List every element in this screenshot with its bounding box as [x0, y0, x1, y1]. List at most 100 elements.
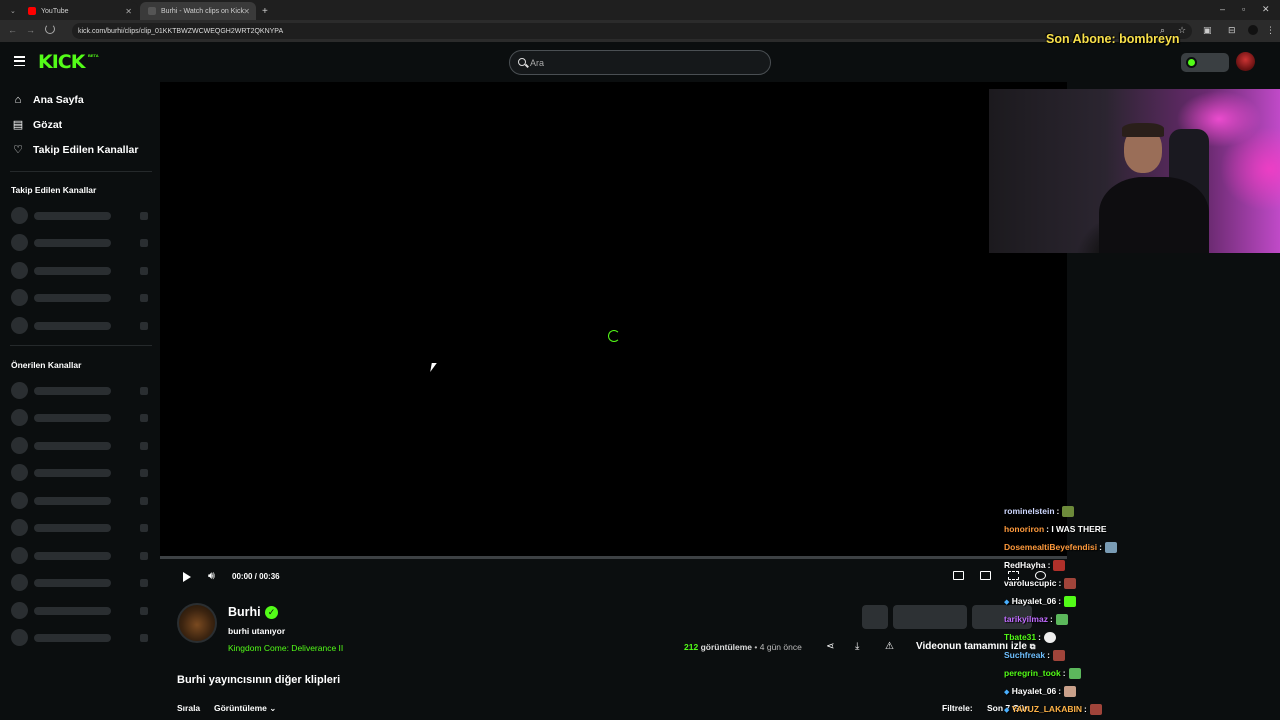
kick-favicon-icon [148, 7, 156, 15]
reload-icon[interactable] [45, 24, 55, 34]
chat-username: RedHayha [1004, 560, 1046, 570]
chat-text: : [1047, 650, 1050, 660]
search-placeholder: Ara [530, 57, 545, 68]
chat-message: tarikyilmaz: [1004, 614, 1068, 626]
badge-icon: ◆ [1004, 599, 1010, 606]
chat-text: : [1038, 632, 1041, 642]
chat-username: Hayalet_06 [1011, 596, 1057, 606]
chat-username: tarikyilmaz [1004, 614, 1048, 624]
sort-dropdown[interactable]: Görüntüleme ⌄ [214, 703, 276, 714]
channel-avatar[interactable] [177, 603, 217, 643]
emote-icon [1043, 632, 1056, 644]
close-icon[interactable]: ✕ [243, 7, 250, 16]
sidebar: ⌂ Ana Sayfa ▤ Gözat ♡ Takip Edilen Kanal… [0, 82, 160, 720]
sidebar-item-browse[interactable]: ▤ Gözat [12, 119, 62, 131]
chat-username: DosemealtiBeyefendisi [1004, 542, 1098, 552]
recommended-channels-heading: Önerilen Kanallar [11, 360, 82, 370]
emote-icon [1068, 668, 1081, 680]
url-text: kick.com/burhi/clips/clip_01KKTBWZWCWEQG… [78, 27, 284, 35]
channel-skeleton [11, 234, 151, 251]
channel-skeleton [11, 492, 151, 509]
emote-icon [1104, 542, 1117, 554]
channel-skeleton [11, 602, 151, 619]
channel-name[interactable]: Burhi [228, 605, 261, 619]
theater-mode-icon[interactable] [980, 571, 991, 580]
channel-skeleton [11, 317, 151, 334]
views-count: 212 [684, 642, 699, 652]
channel-skeleton [11, 629, 151, 646]
minimize-icon[interactable]: – [1220, 4, 1225, 14]
category-link[interactable]: Kingdom Come: Deliverance II [228, 643, 343, 653]
playback-time: 00:00 / 00:36 [232, 572, 280, 581]
follow-button-skeleton [862, 605, 888, 629]
download-icon[interactable]: ⤓ [855, 641, 859, 652]
streamer-webcam [989, 89, 1280, 253]
sidebar-item-following[interactable]: ♡ Takip Edilen Kanallar [12, 144, 138, 156]
channel-skeleton [11, 409, 151, 426]
sidebar-item-label: Gözat [33, 119, 63, 131]
sidebar-item-home[interactable]: ⌂ Ana Sayfa [12, 94, 84, 106]
chat-username: rominelstein [1004, 506, 1055, 516]
volume-icon[interactable]: 🔊︎ [208, 570, 215, 583]
tab-label: Burhi - Watch clips on Kick [161, 7, 244, 15]
filter-label: Filtrele: [942, 703, 973, 713]
more-clips-heading: Burhi yayıncısının diğer klipleri [177, 674, 341, 686]
browse-icon: ▤ [12, 119, 24, 131]
sidebar-item-label: Takip Edilen Kanallar [33, 144, 139, 156]
channel-skeleton [11, 289, 151, 306]
chat-text: : [1047, 560, 1051, 570]
player-controls: 🔊︎ 00:00 / 00:36 [160, 559, 1067, 592]
chevron-down-icon: ⌄ [269, 703, 277, 713]
emote-icon [1064, 686, 1077, 698]
channel-skeleton [11, 207, 151, 224]
chat-message: honoriron: I WAS THERE [1004, 524, 1107, 534]
tab-search-icon[interactable]: ⊟ [1228, 25, 1236, 36]
badge-icon: ◆ [1004, 689, 1010, 696]
chat-text: : [1083, 704, 1087, 714]
emote-icon [1089, 704, 1102, 716]
channel-skeleton [11, 262, 151, 279]
sidebar-item-label: Ana Sayfa [33, 94, 84, 106]
chat-username: Hayalet_06 [1011, 686, 1057, 696]
emote-icon [1055, 614, 1068, 626]
emote-icon [1064, 578, 1077, 590]
chat-message: ◆ Hayalet_06: [1004, 596, 1077, 608]
channel-skeleton [11, 547, 151, 564]
kick-logo[interactable]: KICK [38, 51, 85, 73]
back-icon[interactable]: ← [8, 25, 17, 35]
user-avatar[interactable] [1236, 52, 1255, 71]
tab-youtube[interactable]: YouTube ✕ [20, 2, 138, 20]
clip-stats: 212 görüntüleme • 4 gün önce [684, 642, 802, 652]
extensions-icon[interactable]: ▣ [1203, 25, 1212, 36]
report-icon[interactable]: ⚠ [885, 641, 894, 652]
close-window-icon[interactable]: ✕ [1262, 4, 1270, 15]
url-field[interactable]: kick.com/burhi/clips/clip_01KKTBWZWCWEQG… [72, 23, 1192, 39]
chat-message: ◆ Hayalet_06: [1004, 686, 1077, 698]
chat-message: Tbate31: [1004, 632, 1056, 644]
new-tab-button[interactable]: + [258, 2, 274, 20]
wallet-toggle-button[interactable] [1181, 53, 1229, 72]
close-icon[interactable]: ✕ [125, 7, 132, 16]
video-player[interactable]: 🔊︎ 00:00 / 00:36 [160, 82, 1067, 592]
tab-kick[interactable]: Burhi - Watch clips on Kick ✕ [140, 2, 256, 20]
chat-message: varoluscupic: [1004, 578, 1077, 590]
chat-message: Suchfreak: [1004, 650, 1065, 662]
mouse-cursor-icon [430, 363, 437, 372]
picture-in-picture-icon[interactable] [953, 571, 964, 580]
tab-label: YouTube [41, 7, 69, 15]
share-icon[interactable]: ⋖ [826, 641, 834, 652]
menu-icon[interactable]: ⋮ [1266, 25, 1275, 36]
heart-icon: ♡ [13, 144, 23, 156]
menu-hamburger-icon[interactable] [14, 56, 25, 66]
forward-icon[interactable]: → [26, 25, 35, 35]
channel-skeleton [11, 574, 151, 591]
tab-list-button[interactable]: ⌄ [2, 2, 18, 20]
chat-username: Suchfreak [1004, 650, 1046, 660]
channel-skeleton [11, 519, 151, 536]
profile-icon[interactable] [1248, 25, 1258, 35]
play-icon[interactable] [183, 572, 191, 582]
maximize-icon[interactable]: ▫ [1242, 4, 1245, 14]
chat-username: varoluscupic [1004, 578, 1057, 588]
search-input[interactable]: Ara [509, 50, 771, 75]
badge-icon: ◆ [1004, 707, 1010, 714]
